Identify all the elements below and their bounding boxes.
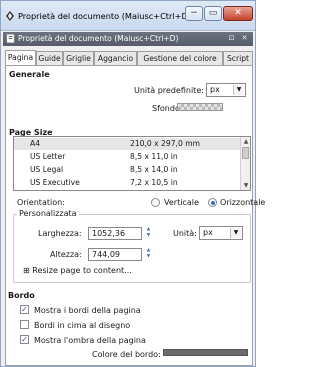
border-color-label: Colore del bordo: (92, 350, 161, 359)
scroll-thumb[interactable] (242, 147, 249, 159)
minimize-button[interactable]: − (185, 6, 203, 21)
height-label: Altezza: (50, 250, 82, 259)
tab-bar: Pagina Guide Griglie Aggancio Gestione d… (5, 50, 253, 66)
height-input[interactable]: 744,09 (88, 248, 142, 261)
page-size-name: A4 (30, 139, 41, 148)
document-properties-icon (6, 11, 14, 21)
show-shadow-label[interactable]: Mostra l'ombra della pagina (34, 336, 146, 345)
list-item[interactable]: US Legal 8,5 x 14,0 in (14, 164, 240, 176)
default-units-select[interactable]: px ▼ (206, 83, 246, 97)
dock-title: Proprietà del documento (Maiusc+Ctrl+D) (18, 34, 179, 43)
show-border-label[interactable]: Mostra i bordi della pagina (34, 306, 141, 315)
resize-page-expander[interactable]: ⊞ Resize page to content... (23, 266, 132, 275)
window-title: Proprietà del documento (Maiusc+Ctrl+D) (18, 11, 192, 21)
spin-down-icon[interactable]: ▼ (145, 233, 152, 239)
border-on-top-label[interactable]: Bordi in cima al disegno (34, 321, 130, 330)
document-properties-icon (6, 34, 15, 43)
page-size-dimensions: 7,2 x 10,5 in (130, 178, 178, 187)
show-shadow-checkbox[interactable]: ✓ (20, 335, 29, 344)
width-input[interactable]: 1052,36 (88, 227, 142, 240)
units-select[interactable]: px ▼ (199, 226, 243, 240)
chevron-down-icon: ▼ (230, 228, 241, 238)
bordo-heading: Bordo (8, 291, 35, 300)
page-size-name: US Letter (30, 152, 66, 161)
document-properties-window: Proprietà del documento (Maiusc+Ctrl+D) … (0, 0, 265, 367)
page-size-list[interactable]: A4 210,0 x 297,0 mm US Letter 8,5 x 11,0… (13, 136, 251, 191)
page-size-name: US Executive (30, 178, 80, 187)
spin-down-icon[interactable]: ▼ (145, 254, 152, 260)
tab-pagina[interactable]: Pagina (5, 50, 36, 66)
page-size-dimensions: 8,5 x 11,0 in (130, 152, 178, 161)
tab-gestione-colore[interactable]: Gestione del colore (137, 51, 223, 65)
dock-detach-button[interactable]: ⊡ (227, 34, 236, 43)
page-size-dimensions: 210,0 x 297,0 mm (130, 139, 201, 148)
landscape-radio[interactable] (208, 198, 217, 207)
show-border-checkbox[interactable]: ✓ (20, 305, 29, 314)
dock-header[interactable]: Proprietà del documento (Maiusc+Ctrl+D) … (3, 32, 253, 46)
orientation-label: Orientation: (17, 198, 65, 207)
scroll-down-icon[interactable]: ▼ (241, 181, 250, 190)
page-size-name: US Legal (30, 165, 64, 174)
background-color-swatch[interactable] (177, 103, 223, 111)
portrait-radio[interactable] (151, 198, 160, 207)
tab-aggancio[interactable]: Aggancio (94, 51, 137, 65)
scroll-up-icon[interactable]: ▲ (241, 137, 250, 146)
dock-close-button[interactable]: ✕ (240, 34, 249, 43)
expander-icon: ⊞ (23, 266, 30, 275)
tab-guide[interactable]: Guide (36, 51, 63, 65)
custom-size-title: Personalizzata (17, 209, 79, 218)
width-stepper[interactable]: ▲ ▼ (145, 227, 152, 240)
default-units-value: px (210, 85, 220, 94)
list-item[interactable]: US Executive 7,2 x 10,5 in (14, 177, 240, 189)
border-color-swatch[interactable] (163, 349, 248, 356)
list-item[interactable]: US Letter 8,5 x 11,0 in (14, 151, 240, 163)
chevron-down-icon: ▼ (233, 85, 244, 95)
list-item[interactable]: A4 210,0 x 297,0 mm (14, 138, 240, 150)
maximize-button[interactable]: ▭ (204, 6, 222, 21)
tab-script[interactable]: Script (223, 51, 253, 65)
tab-griglie[interactable]: Griglie (63, 51, 94, 65)
units-label: Unità: (173, 229, 197, 238)
generale-heading: Generale (9, 70, 50, 79)
page-size-dimensions: 8,5 x 14,0 in (130, 165, 178, 174)
height-stepper[interactable]: ▲ ▼ (145, 248, 152, 261)
default-units-label: Unità predefinite: (134, 86, 204, 95)
units-value: px (203, 228, 213, 237)
resize-page-label: Resize page to content... (32, 266, 132, 275)
border-on-top-checkbox[interactable] (20, 320, 29, 329)
portrait-label[interactable]: Verticale (164, 198, 199, 207)
title-bar[interactable]: Proprietà del documento (Maiusc+Ctrl+D) … (1, 1, 255, 31)
list-scrollbar[interactable]: ▲ ▼ (240, 137, 250, 190)
close-button[interactable]: ✕ (223, 6, 253, 21)
width-label: Larghezza: (38, 229, 82, 238)
landscape-label[interactable]: Orizzontale (220, 198, 265, 207)
